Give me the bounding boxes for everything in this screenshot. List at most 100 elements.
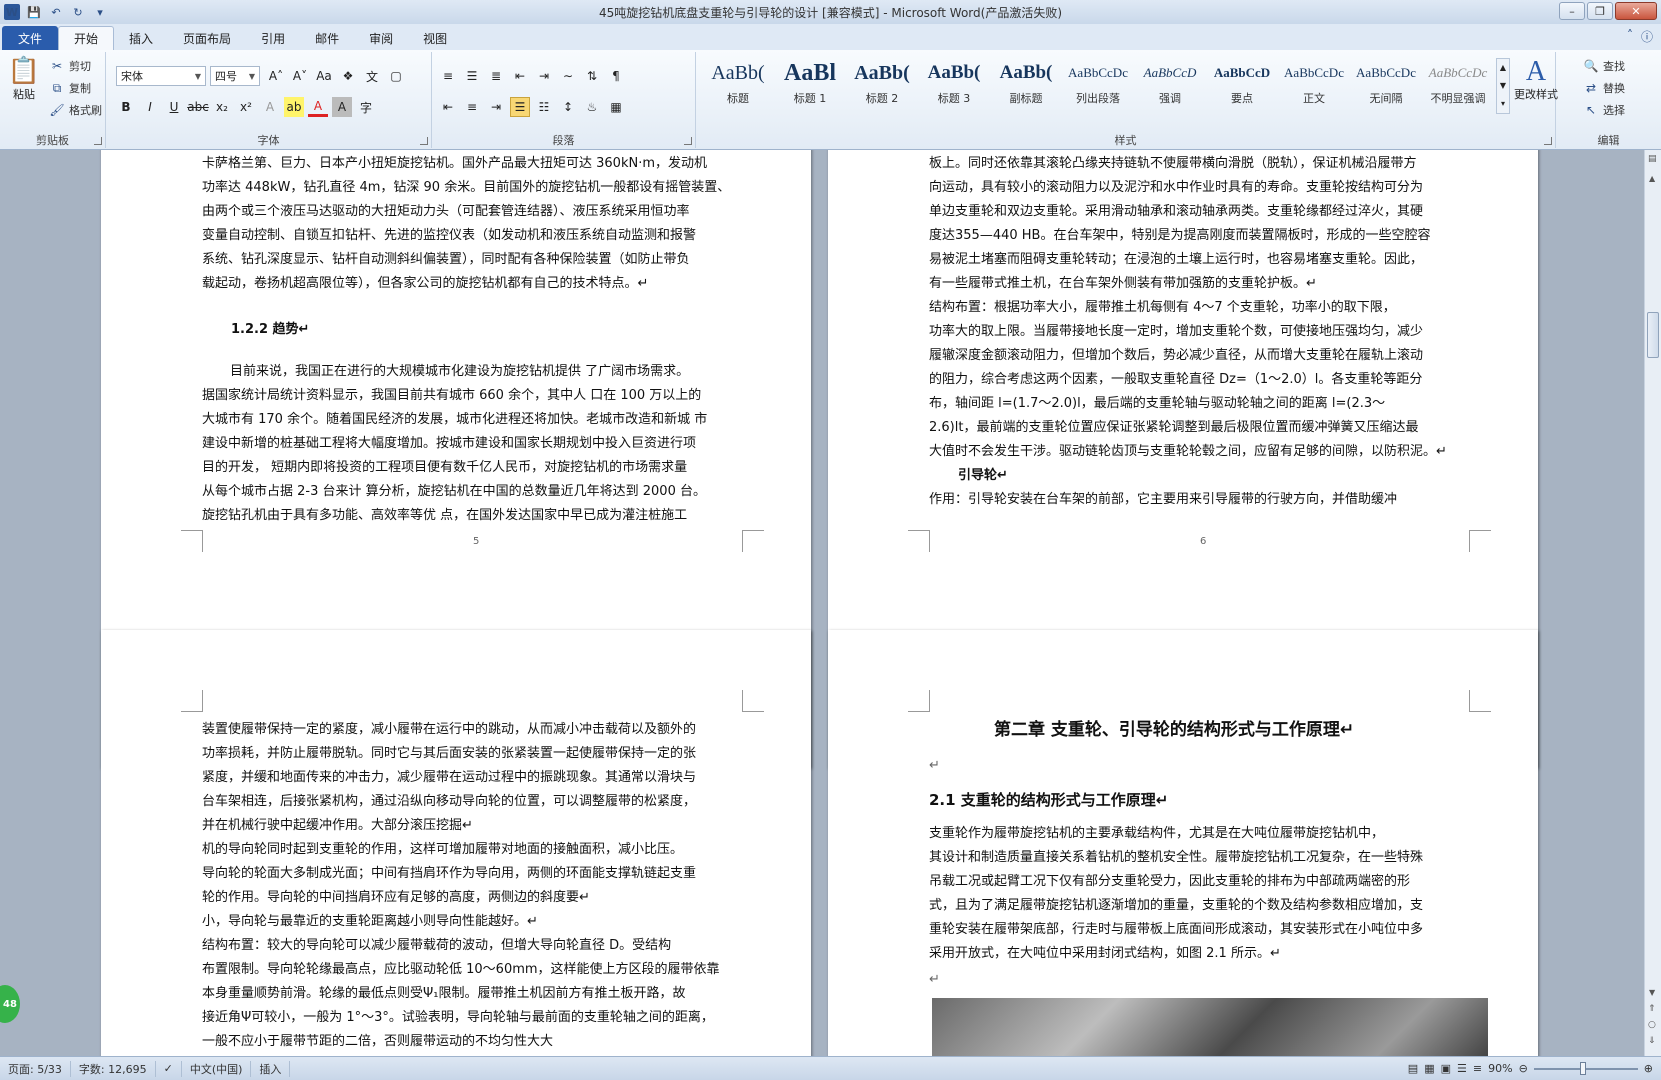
bullets-icon[interactable]: ≡ — [438, 66, 458, 86]
grow-font-icon[interactable]: A˄ — [266, 66, 286, 86]
line-spacing-icon[interactable]: ↕ — [558, 97, 578, 117]
style-subtitle[interactable]: AaBb(副标题 — [992, 56, 1060, 112]
style-normal[interactable]: AaBbCcDc 正文 — [1280, 56, 1348, 112]
insert-mode[interactable]: 插入 — [251, 1060, 291, 1077]
style-heading-3[interactable]: AaBb(标题 3 — [920, 56, 988, 112]
prev-page-icon[interactable]: ⇑ — [1648, 1004, 1656, 1014]
shrink-font-icon[interactable]: A˅ — [290, 66, 310, 86]
paste-button[interactable]: 📋 粘贴 — [6, 56, 42, 102]
close-button[interactable]: ✕ — [1615, 2, 1657, 20]
styles-launcher[interactable] — [1544, 137, 1552, 145]
multilevel-list-icon[interactable]: ≣ — [486, 66, 506, 86]
minimize-ribbon-icon[interactable]: ˄ — [1627, 28, 1633, 45]
tab-references[interactable]: 引用 — [246, 26, 300, 50]
style-emphasis[interactable]: AaBbCcD 强调 — [1136, 56, 1204, 112]
highlight-icon[interactable]: ab — [284, 97, 304, 117]
change-case-icon[interactable]: Aa — [314, 66, 334, 86]
vertical-scrollbar[interactable]: ▤ ▲ ▼ ⇑ ○ ⇓ — [1644, 150, 1661, 1056]
underline-icon[interactable]: U — [164, 97, 184, 117]
bold-icon[interactable]: B — [116, 97, 136, 117]
tab-page-layout[interactable]: 页面布局 — [168, 26, 246, 50]
minimize-button[interactable]: – — [1559, 2, 1585, 20]
restore-button[interactable]: ❐ — [1587, 2, 1613, 20]
numbering-icon[interactable]: ☰ — [462, 66, 482, 86]
font-color-icon[interactable]: A — [308, 97, 328, 117]
paragraph-launcher[interactable] — [684, 137, 692, 145]
help-icon[interactable]: ⓘ — [1641, 28, 1653, 45]
borders-icon[interactable]: ▦ — [606, 97, 626, 117]
subscript-icon[interactable]: x₂ — [212, 97, 232, 117]
style-title[interactable]: AaBb(标题 — [704, 56, 772, 112]
zoom-knob[interactable] — [1579, 1061, 1586, 1075]
redo-icon[interactable]: ↻ — [70, 4, 86, 20]
cut-button[interactable]: ✂ 剪切 — [48, 56, 91, 76]
clear-format-icon[interactable]: ❖ — [338, 66, 358, 86]
floating-badge[interactable]: 48 — [0, 985, 20, 1023]
scroll-up-icon[interactable]: ▲ — [1649, 174, 1655, 183]
font-size-select[interactable]: 四号 ▼ — [210, 66, 260, 86]
clipboard-launcher[interactable] — [94, 137, 102, 145]
enclose-char-icon[interactable]: 字 — [356, 97, 376, 117]
browse-object-icon[interactable]: ○ — [1648, 1020, 1656, 1030]
replace-button[interactable]: ⇄ 替换 — [1582, 78, 1625, 98]
word-count[interactable]: 字数: 12,695 — [71, 1060, 156, 1077]
style-strong[interactable]: AaBbCcD 要点 — [1208, 56, 1276, 112]
undo-icon[interactable]: ↶ — [48, 4, 64, 20]
select-button[interactable]: ↖ 选择 — [1582, 100, 1625, 120]
italic-icon[interactable]: I — [140, 97, 160, 117]
align-left-icon[interactable]: ⇤ — [438, 97, 458, 117]
tab-mailings[interactable]: 邮件 — [300, 26, 354, 50]
strikethrough-icon[interactable]: abc — [187, 97, 209, 117]
style-heading-1[interactable]: AaBl 标题 1 — [776, 56, 844, 112]
page-7[interactable]: 装置使履带保持一定的紧度，减小履带在运行中的跳动，从而减小冲击载荷以及额外的 功… — [101, 630, 811, 1056]
style-no-spacing[interactable]: AaBbCcDc 无间隔 — [1352, 56, 1420, 112]
decrease-indent-icon[interactable]: ⇤ — [510, 66, 530, 86]
phonetic-guide-icon[interactable]: 文 — [362, 66, 382, 86]
style-list-paragraph[interactable]: AaBbCcDc 列出段落 — [1064, 56, 1132, 112]
customize-qat-icon[interactable]: ▾ — [92, 4, 108, 20]
copy-button[interactable]: ⧉ 复制 — [48, 78, 91, 98]
scroll-down-icon[interactable]: ▼ — [1649, 988, 1655, 997]
distributed-icon[interactable]: ☷ — [534, 97, 554, 117]
page-indicator[interactable]: 页面: 5/33 — [0, 1060, 71, 1077]
web-layout-icon[interactable]: ▣ — [1441, 1062, 1451, 1075]
char-border-icon[interactable]: ▢ — [386, 66, 406, 86]
language-indicator[interactable]: 中文(中国) — [182, 1060, 252, 1077]
font-name-select[interactable]: 宋体 ▼ — [116, 66, 206, 86]
zoom-slider[interactable] — [1533, 1061, 1638, 1075]
draft-icon[interactable]: ≡ — [1473, 1062, 1482, 1075]
find-button[interactable]: 🔍 查找 — [1582, 56, 1625, 76]
sort-icon[interactable]: ⇅ — [582, 66, 602, 86]
tab-file[interactable]: 文件 — [2, 26, 59, 50]
word-app-icon[interactable]: W — [4, 4, 20, 20]
save-icon[interactable]: 💾 — [26, 4, 42, 20]
superscript-icon[interactable]: x² — [236, 97, 256, 117]
tab-review[interactable]: 审阅 — [354, 26, 408, 50]
style-subtle-emphasis[interactable]: AaBbCcDc 不明显强调 — [1424, 56, 1492, 112]
tab-home[interactable]: 开始 — [58, 26, 115, 50]
shading-icon[interactable]: ♨ — [582, 97, 602, 117]
zoom-level[interactable]: 90% — [1488, 1062, 1512, 1075]
outline-icon[interactable]: ☰ — [1457, 1062, 1467, 1075]
text-effects-icon[interactable]: A — [260, 97, 280, 117]
justify-icon[interactable]: ☰ — [510, 97, 530, 117]
document-area[interactable]: 卡萨格兰第、巨力、日本产小扭矩旋挖钻机。国外产品最大扭矩可达 360kN·m，发… — [0, 150, 1661, 1056]
zoom-out-icon[interactable]: ⊖ — [1519, 1062, 1528, 1075]
align-right-icon[interactable]: ⇥ — [486, 97, 506, 117]
zoom-in-icon[interactable]: ⊕ — [1644, 1062, 1653, 1075]
full-screen-icon[interactable]: ▦ — [1424, 1062, 1434, 1075]
tab-insert[interactable]: 插入 — [114, 26, 168, 50]
increase-indent-icon[interactable]: ⇥ — [534, 66, 554, 86]
scroll-thumb[interactable] — [1647, 312, 1659, 358]
styles-scroll[interactable]: ▲ ▼ ▾ — [1496, 58, 1510, 114]
align-center-icon[interactable]: ≡ — [462, 97, 482, 117]
proofing-icon[interactable]: ✓ — [156, 1060, 182, 1077]
next-page-icon[interactable]: ⇓ — [1648, 1036, 1656, 1046]
ruler-toggle-icon[interactable]: ▤ — [1648, 154, 1657, 164]
chinese-layout-icon[interactable]: ∼ — [558, 66, 578, 86]
font-launcher[interactable] — [420, 137, 428, 145]
tab-view[interactable]: 视图 — [408, 26, 462, 50]
style-heading-2[interactable]: AaBb(标题 2 — [848, 56, 916, 112]
show-marks-icon[interactable]: ¶ — [606, 66, 626, 86]
page-8[interactable]: 第二章 支重轮、引导轮的结构形式与工作原理↵ ↵ 2.1 支重轮的结构形式与工作… — [828, 630, 1538, 1056]
